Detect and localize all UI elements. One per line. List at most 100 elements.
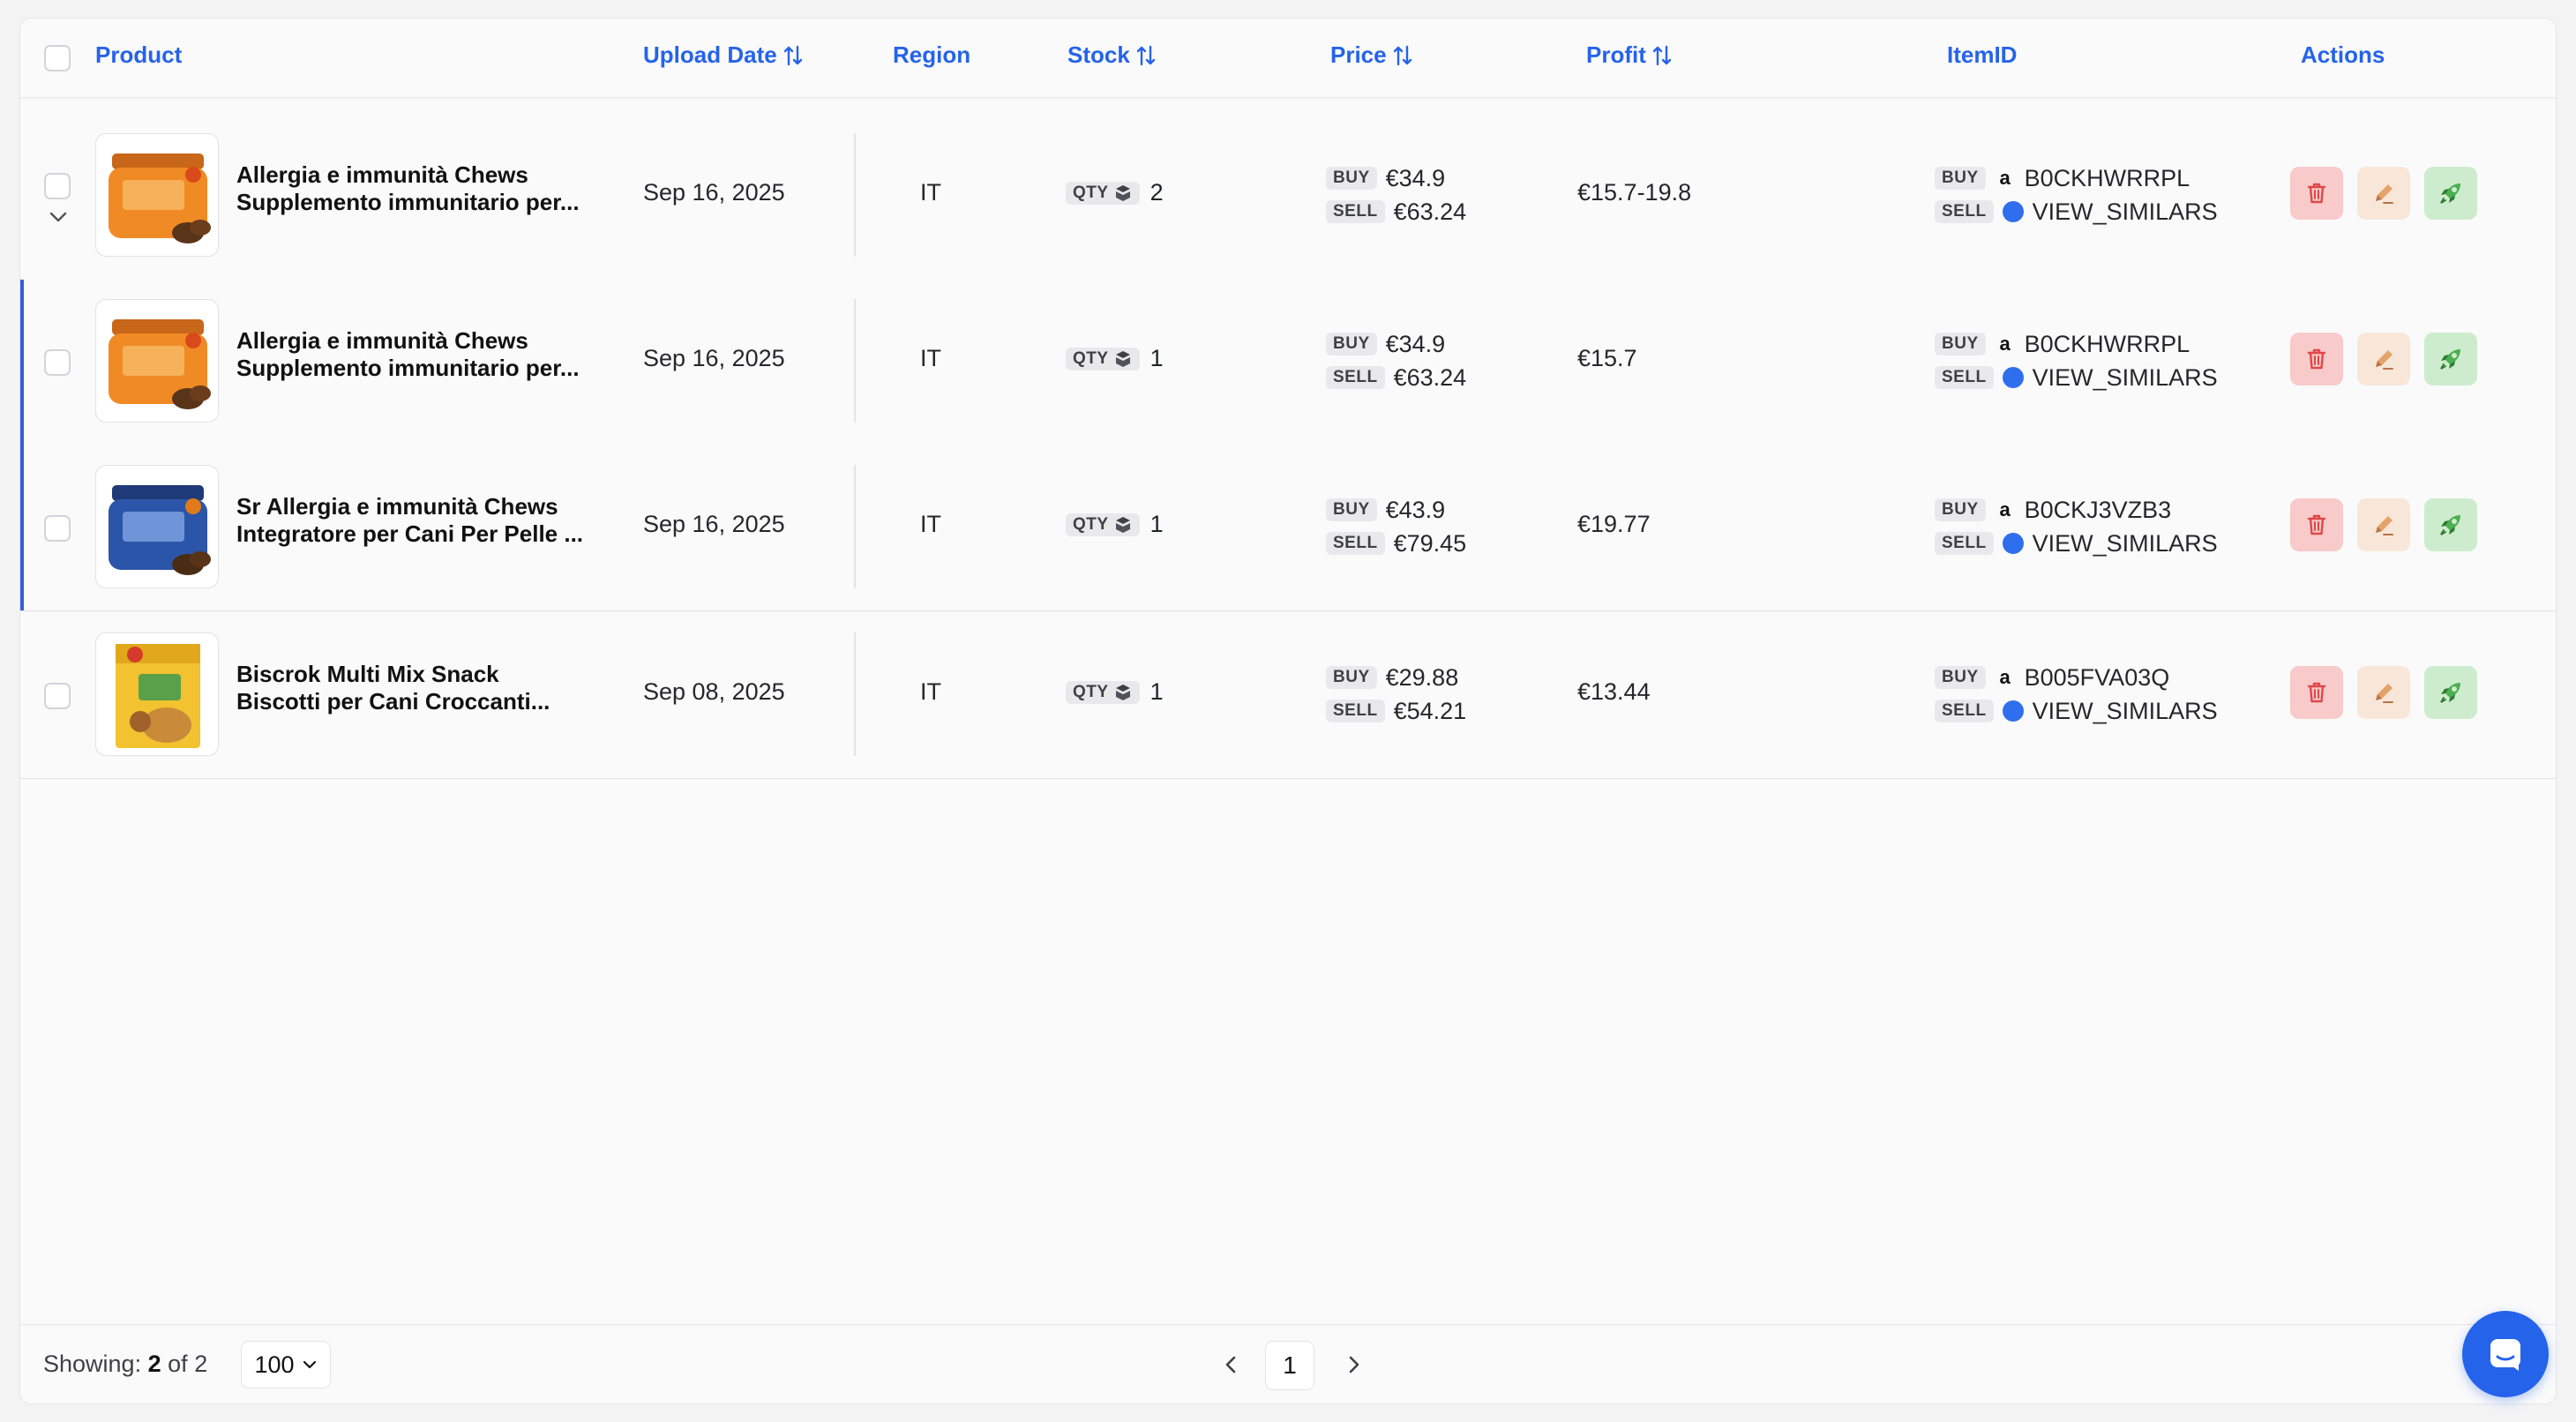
profit-value: €19.77 — [1577, 511, 1651, 537]
column-header-actions: Actions — [2301, 41, 2385, 68]
edit-button[interactable] — [2357, 333, 2410, 385]
row-checkbox[interactable] — [44, 683, 71, 709]
edit-button[interactable] — [2357, 498, 2410, 551]
launch-button[interactable] — [2424, 498, 2477, 551]
sell-item-id[interactable]: VIEW_SIMILARS — [2033, 530, 2218, 558]
launch-button[interactable] — [2424, 333, 2477, 385]
sell-price: €54.21 — [1393, 697, 1467, 724]
table-header: Product Upload Date Region Stock Price P… — [20, 19, 2556, 98]
trash-icon — [2307, 682, 2326, 703]
upload-date: Sep 16, 2025 — [643, 345, 785, 371]
buy-item-id[interactable]: B0CKHWRRPL — [2025, 331, 2190, 358]
sell-tag: SELL — [1935, 532, 1994, 555]
chat-launcher-button[interactable] — [2462, 1311, 2549, 1397]
box-icon — [1115, 350, 1130, 367]
launch-button[interactable] — [2424, 167, 2477, 220]
sell-tag: SELL — [1326, 200, 1385, 223]
column-header-price[interactable]: Price — [1330, 41, 1413, 69]
table-footer: Showing: 2 of 2 100 1 — [20, 1324, 2556, 1403]
sell-tag: SELL — [1935, 700, 1994, 722]
buy-tag: BUY — [1935, 666, 1986, 689]
buy-item-id[interactable]: B005FVA03Q — [2025, 664, 2170, 692]
product-name[interactable]: Biscrok Multi Mix Snack Biscotti per Can… — [236, 661, 607, 715]
marketplace-dot-icon — [2002, 367, 2024, 388]
sell-item-id[interactable]: VIEW_SIMILARS — [2033, 364, 2218, 392]
product-thumbnail[interactable] — [95, 133, 219, 257]
column-header-upload-date[interactable]: Upload Date — [643, 41, 804, 69]
box-icon — [1115, 516, 1130, 533]
sort-arrows-icon — [1652, 45, 1672, 65]
pencil-icon — [2376, 684, 2393, 703]
sell-tag: SELL — [1326, 532, 1385, 555]
sell-item-id[interactable]: VIEW_SIMILARS — [2033, 698, 2218, 725]
profit-value: €15.7-19.8 — [1577, 179, 1692, 206]
edit-button[interactable] — [2357, 167, 2410, 220]
table-row[interactable]: Allergia e immunità Chews Supplemento im… — [20, 280, 2556, 445]
buy-tag: BUY — [1935, 167, 1986, 190]
buy-item-id[interactable]: B0CKHWRRPL — [2025, 165, 2190, 192]
sort-arrows-icon — [1136, 45, 1156, 65]
edit-button[interactable] — [2357, 666, 2410, 719]
profit-value: €15.7 — [1577, 345, 1637, 371]
group-indicator — [20, 280, 24, 445]
select-all-checkbox[interactable] — [44, 45, 71, 71]
product-jar-image — [109, 319, 211, 409]
buy-item-id[interactable]: B0CKJ3VZB3 — [2025, 497, 2172, 524]
qty-badge: QTY — [1066, 181, 1140, 205]
product-name[interactable]: Allergia e immunità Chews Supplemento im… — [236, 327, 607, 382]
item-id-cell: BUY a B0CKHWRRPL SELL VIEW_SIMILARS — [1935, 161, 2218, 228]
qty-badge: QTY — [1066, 347, 1140, 370]
pencil-icon — [2376, 516, 2393, 535]
delete-button[interactable] — [2290, 333, 2343, 385]
table-row[interactable]: Biscrok Multi Mix Snack Biscotti per Can… — [20, 613, 2556, 779]
pencil-icon — [2376, 184, 2393, 204]
page-size-select[interactable]: 100 — [241, 1341, 331, 1388]
column-divider — [854, 632, 856, 756]
chevron-right-icon[interactable] — [1342, 1351, 1365, 1378]
buy-tag: BUY — [1326, 666, 1377, 689]
trash-icon — [2307, 348, 2326, 370]
region-code: IT — [920, 345, 941, 371]
delete-button[interactable] — [2290, 498, 2343, 551]
row-checkbox[interactable] — [44, 515, 71, 542]
product-name[interactable]: Sr Allergia e immunità Chews Integratore… — [236, 493, 607, 548]
chevron-down-icon[interactable] — [47, 209, 70, 225]
price-cell: BUY €43.9 SELL €79.45 — [1326, 493, 1466, 560]
column-header-stock[interactable]: Stock — [1067, 41, 1157, 69]
marketplace-dot-icon — [2002, 201, 2024, 222]
column-header-profit[interactable]: Profit — [1586, 41, 1673, 69]
buy-tag: BUY — [1935, 498, 1986, 521]
item-id-cell: BUY a B0CKHWRRPL SELL VIEW_SIMILARS — [1935, 327, 2218, 394]
delete-button[interactable] — [2290, 666, 2343, 719]
showing-count: Showing: 2 of 2 — [43, 1351, 208, 1377]
table-row[interactable]: Sr Allergia e immunità Chews Integratore… — [20, 445, 2556, 611]
table-row[interactable]: Allergia e immunità Chews Supplemento im… — [20, 114, 2556, 280]
rocket-icon — [2440, 515, 2460, 535]
chevron-left-icon[interactable] — [1220, 1351, 1243, 1378]
column-divider — [854, 465, 856, 588]
column-header-region: Region — [893, 41, 971, 68]
box-icon — [1115, 184, 1130, 201]
column-divider — [854, 133, 856, 257]
sell-tag: SELL — [1935, 200, 1994, 223]
page-number-button[interactable]: 1 — [1265, 1341, 1314, 1390]
stock-quantity: QTY 1 — [1066, 345, 1164, 372]
amazon-icon: a — [1999, 666, 2011, 688]
launch-button[interactable] — [2424, 666, 2477, 719]
column-header-item-id: ItemID — [1947, 41, 2018, 68]
product-thumbnail[interactable] — [95, 299, 219, 423]
sell-item-id[interactable]: VIEW_SIMILARS — [2033, 198, 2218, 226]
rocket-icon — [2440, 183, 2460, 204]
buy-price: €34.9 — [1385, 164, 1446, 191]
region-code: IT — [920, 511, 941, 537]
stock-quantity: QTY 2 — [1066, 179, 1164, 206]
sell-price: €63.24 — [1393, 363, 1467, 391]
pencil-icon — [2376, 350, 2393, 370]
product-thumbnail[interactable] — [95, 465, 219, 588]
delete-button[interactable] — [2290, 167, 2343, 220]
product-name[interactable]: Allergia e immunità Chews Supplemento im… — [236, 161, 607, 216]
row-checkbox[interactable] — [44, 349, 71, 376]
column-header-product[interactable]: Product — [95, 41, 182, 69]
row-checkbox[interactable] — [44, 173, 71, 199]
product-thumbnail[interactable] — [95, 632, 219, 756]
